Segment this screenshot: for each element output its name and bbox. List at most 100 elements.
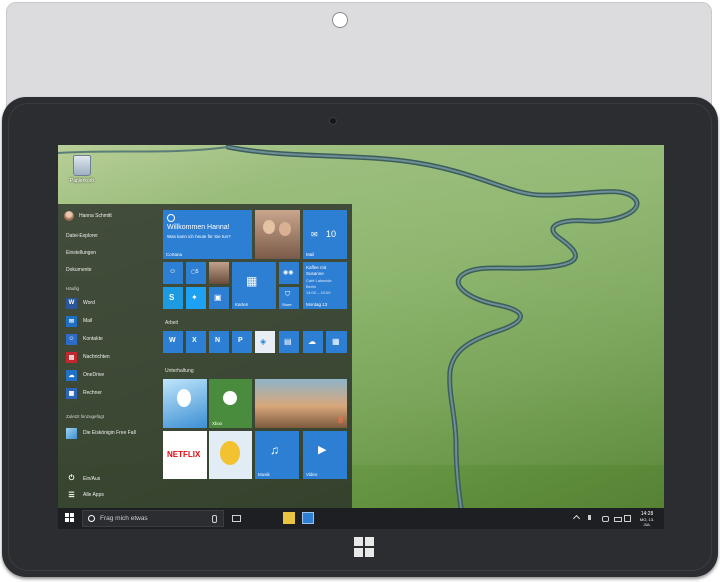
- all-apps-button[interactable]: ☰ Alle Apps: [66, 489, 104, 501]
- cortana-subtitle: Was kann ich heute für Sie tun?: [167, 234, 231, 239]
- onedrive-icon: ☁: [66, 369, 77, 381]
- search-box[interactable]: Frag mich etwas: [82, 510, 224, 527]
- file-explorer-icon[interactable]: [283, 512, 295, 524]
- tile-label: Karten: [235, 302, 249, 307]
- power-label: Ein/Aus: [83, 476, 101, 482]
- app-mail[interactable]: ✉ Mail: [66, 315, 92, 327]
- tile-store[interactable]: ⛉ Store: [279, 287, 299, 309]
- video-icon: ▶: [318, 444, 327, 456]
- calendar-line: Berlin: [306, 284, 317, 289]
- mail-count: 10: [326, 229, 337, 239]
- app-label: Word: [83, 300, 95, 306]
- app-frozen-free-fall[interactable]: Die Eiskönigin Free Fall: [66, 427, 136, 439]
- link-documents[interactable]: Dokumente: [66, 267, 92, 273]
- news-icon: ▤: [284, 337, 292, 346]
- cartoon-character-icon: [220, 441, 240, 465]
- start-menu-left-column: Hanna Schmitt Datei-Explorer Einstellung…: [58, 204, 158, 508]
- olaf-icon: [177, 389, 191, 407]
- tile-mail[interactable]: ✉ 10 Mail: [303, 210, 347, 259]
- photos-icon: ▣: [214, 293, 222, 302]
- recycle-bin-label: Papierkorb: [69, 178, 95, 184]
- user-account[interactable]: Hanna Schmitt: [64, 210, 112, 222]
- tile-photo[interactable]: [255, 210, 300, 259]
- app-news[interactable]: ▤ Nachrichten: [66, 351, 110, 363]
- tile-tripadvisor[interactable]: ◉◉: [279, 262, 299, 284]
- tile-small-photo[interactable]: [209, 262, 229, 284]
- calendar-line: Café Lakeside: [306, 278, 332, 283]
- battery-icon[interactable]: [614, 517, 622, 522]
- onedrive-icon: ☁: [308, 337, 316, 346]
- hardware-windows-button-icon[interactable]: [354, 537, 374, 557]
- power-icon: ⏻: [68, 475, 75, 482]
- notifications-icon[interactable]: [624, 515, 631, 522]
- start-button[interactable]: [65, 513, 75, 523]
- tile-music[interactable]: ♫ Musik: [255, 431, 299, 479]
- task-view-icon[interactable]: [230, 512, 242, 524]
- film-camera-cutout: [332, 12, 348, 28]
- word-icon: W: [169, 337, 176, 344]
- link-file-explorer[interactable]: Datei-Explorer: [66, 233, 98, 239]
- speaker-icon[interactable]: [588, 515, 591, 520]
- netflix-logo: NETFLIX: [167, 450, 201, 459]
- calendar-line: Kaffee mit: [306, 265, 327, 270]
- app-calculator[interactable]: ▦ Rechner: [66, 387, 102, 399]
- tile-calculator[interactable]: ▦: [326, 331, 347, 353]
- store-icon: ⛉: [285, 291, 291, 298]
- onenote-icon: N: [215, 337, 221, 344]
- photo-person-icon: [263, 220, 275, 234]
- start-menu: Hanna Schmitt Datei-Explorer Einstellung…: [58, 204, 352, 508]
- tile-small-1[interactable]: ☺: [163, 262, 183, 284]
- tile-cortana[interactable]: Willkommen Hanna! Was kann ich heute für…: [163, 210, 252, 259]
- tile-frozen[interactable]: [163, 379, 207, 428]
- contacts-icon: ☺: [66, 333, 77, 345]
- tile-video[interactable]: ▶ Video: [303, 431, 347, 479]
- all-apps-icon: ☰: [68, 492, 75, 499]
- game-logo-icon: 8: [337, 415, 343, 425]
- mail-icon: ✉: [66, 315, 77, 327]
- tile-skype[interactable]: S: [163, 287, 183, 309]
- calculator-icon: ▦: [66, 387, 77, 399]
- app-label: Nachrichten: [83, 354, 110, 360]
- tile-onenote[interactable]: N: [209, 331, 229, 353]
- front-camera-icon: [329, 117, 337, 125]
- tile-photos[interactable]: ▣: [209, 287, 229, 309]
- maps-icon: ▦: [246, 274, 258, 288]
- store-icon[interactable]: [302, 512, 314, 524]
- app-contacts[interactable]: ☺ Kontakte: [66, 333, 103, 345]
- tile-maps[interactable]: ▦ Karten: [232, 262, 276, 309]
- tile-excel[interactable]: X: [186, 331, 206, 353]
- skype-icon: S: [169, 293, 175, 302]
- microphone-icon[interactable]: [212, 515, 217, 523]
- word-icon: W: [66, 297, 77, 309]
- tile-game-character[interactable]: [209, 431, 252, 479]
- tile-netflix[interactable]: NETFLIX: [163, 431, 207, 479]
- tile-xbox[interactable]: Xbox: [209, 379, 252, 428]
- tile-word[interactable]: W: [163, 331, 183, 353]
- app-word[interactable]: W Word: [66, 297, 95, 309]
- tile-twitter[interactable]: ✦: [186, 287, 206, 309]
- headphones-icon: ♫: [270, 443, 279, 457]
- tile-label: Montag 13: [306, 302, 328, 307]
- all-apps-label: Alle Apps: [83, 492, 104, 498]
- tile-calendar[interactable]: Kaffee mit Susanne Café Lakeside Berlin …: [303, 262, 347, 309]
- tile-small-2[interactable]: ▢5: [186, 262, 206, 284]
- tile-label: Xbox: [212, 421, 223, 426]
- work-group-header: Arbeit: [165, 320, 179, 326]
- chevron-up-icon[interactable]: [572, 514, 581, 523]
- tile-app-white[interactable]: ◈: [255, 331, 275, 353]
- tile-onedrive[interactable]: ☁: [303, 331, 323, 353]
- network-icon[interactable]: [602, 516, 609, 522]
- tile-powerpoint[interactable]: P: [232, 331, 252, 353]
- messaging-icon: ▢5: [191, 269, 199, 275]
- mail-tile-icon: ✉: [311, 230, 318, 239]
- link-settings[interactable]: Einstellungen: [66, 250, 96, 256]
- power-button[interactable]: ⏻ Ein/Aus: [66, 473, 101, 485]
- tile-news[interactable]: ▤: [279, 331, 299, 353]
- taskbar-clock[interactable]: 14:28 MO, 13. JUL: [636, 511, 658, 527]
- xbox-icon: [223, 391, 237, 405]
- recycle-bin-desktop-icon[interactable]: Papierkorb: [66, 155, 98, 184]
- tile-racing-game[interactable]: 8: [255, 379, 347, 428]
- search-placeholder: Frag mich etwas: [100, 515, 148, 522]
- excel-icon: X: [192, 337, 197, 344]
- app-onedrive[interactable]: ☁ OneDrive: [66, 369, 104, 381]
